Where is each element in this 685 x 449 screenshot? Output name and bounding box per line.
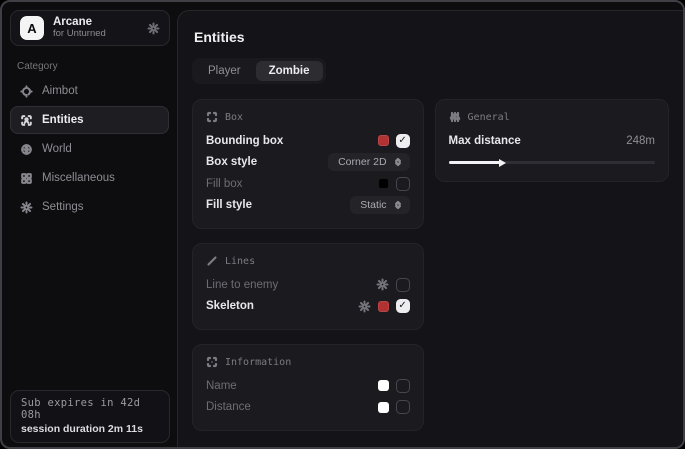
subscription-status-card: Sub expires in 42d 08h session duration … xyxy=(10,390,170,443)
sidebar-item-label: World xyxy=(42,143,72,155)
general-section-card: General Max distance 248m xyxy=(435,99,669,182)
name-row: Name xyxy=(206,375,410,397)
fill-box-color-swatch[interactable] xyxy=(378,178,389,189)
max-distance-slider[interactable] xyxy=(449,157,655,169)
session-duration-text: session duration 2m 11s xyxy=(21,423,159,435)
general-section-title: General xyxy=(468,112,510,123)
row-label: Line to enemy xyxy=(206,279,278,291)
skeleton-color-swatch[interactable] xyxy=(378,301,389,312)
bounding-box-row: Bounding box xyxy=(206,130,410,152)
chevron-up-down-icon xyxy=(393,200,403,210)
distance-row: Distance xyxy=(206,397,410,419)
skeleton-checkbox[interactable] xyxy=(396,299,410,313)
information-section-card: Information Name Distance xyxy=(192,344,424,431)
information-section-header: Information xyxy=(206,356,410,368)
row-label: Distance xyxy=(206,401,251,413)
skeleton-row: Skeleton xyxy=(206,296,410,318)
row-label: Name xyxy=(206,380,237,392)
grid-icon xyxy=(20,172,33,185)
box-section-header: Box xyxy=(206,111,410,123)
box-section-title: Box xyxy=(225,112,243,123)
tab-zombie[interactable]: Zombie xyxy=(256,61,323,81)
app-subtitle: for Unturned xyxy=(53,29,106,40)
entity-scan-icon xyxy=(20,114,33,127)
fill-box-row: Fill box xyxy=(206,173,410,195)
app-logo: A xyxy=(20,16,44,40)
tab-player[interactable]: Player xyxy=(195,61,254,81)
brand-card: A Arcane for Unturned xyxy=(10,10,170,46)
row-label: Box style xyxy=(206,156,257,168)
general-section-header: General xyxy=(449,111,655,123)
dropdown-value: Static xyxy=(360,199,386,211)
fill-style-dropdown[interactable]: Static xyxy=(350,196,409,214)
brand-text: Arcane for Unturned xyxy=(53,16,106,40)
sidebar-item-label: Aimbot xyxy=(42,85,78,97)
row-label: Max distance xyxy=(449,135,521,147)
chevron-up-down-icon xyxy=(393,157,403,167)
sidebar-item-aimbot[interactable]: Aimbot xyxy=(10,77,169,105)
box-section-card: Box Bounding box Box style Cor xyxy=(192,99,424,229)
row-label: Fill box xyxy=(206,178,242,190)
tab-group: Player Zombie xyxy=(192,58,326,84)
distance-checkbox[interactable] xyxy=(396,400,410,414)
max-distance-row: Max distance 248m xyxy=(449,130,655,152)
content-columns: Box Bounding box Box style Cor xyxy=(192,99,669,431)
line-to-enemy-settings-gear-icon[interactable] xyxy=(376,278,389,291)
row-label: Skeleton xyxy=(206,300,254,312)
dropdown-value: Corner 2D xyxy=(338,156,386,168)
brand-gear-icon[interactable] xyxy=(147,22,160,35)
name-color-swatch[interactable] xyxy=(378,380,389,391)
app-window: A Arcane for Unturned Category xyxy=(0,0,685,449)
lines-section-header: Lines xyxy=(206,255,410,267)
slider-track[interactable] xyxy=(449,161,655,164)
sidebar-item-miscellaneous[interactable]: Miscellaneous xyxy=(10,164,169,192)
max-distance-value: 248m xyxy=(626,135,655,147)
sidebar: A Arcane for Unturned Category xyxy=(2,2,177,447)
left-column: Box Bounding box Box style Cor xyxy=(192,99,424,431)
fill-style-row: Fill style Static xyxy=(206,195,410,217)
line-to-enemy-checkbox[interactable] xyxy=(396,278,410,292)
row-label: Fill style xyxy=(206,199,252,211)
slider-fill-and-thumb[interactable] xyxy=(449,161,500,164)
sidebar-item-label: Miscellaneous xyxy=(42,172,115,184)
diagonal-line-icon xyxy=(206,255,218,267)
sidebar-item-entities[interactable]: Entities xyxy=(10,106,169,134)
crosshair-icon xyxy=(20,85,33,98)
page-title: Entities xyxy=(194,29,669,45)
globe-icon xyxy=(20,143,33,156)
box-style-dropdown[interactable]: Corner 2D xyxy=(328,153,409,171)
main-panel: Entities Player Zombie Box xyxy=(177,10,683,447)
gear-icon xyxy=(20,201,33,214)
sliders-icon xyxy=(449,111,461,123)
category-label: Category xyxy=(17,61,177,72)
fill-box-checkbox[interactable] xyxy=(396,177,410,191)
sidebar-item-world[interactable]: World xyxy=(10,135,169,163)
name-checkbox[interactable] xyxy=(396,379,410,393)
skeleton-settings-gear-icon[interactable] xyxy=(358,300,371,313)
row-label: Bounding box xyxy=(206,135,283,147)
box-style-row: Box style Corner 2D xyxy=(206,152,410,174)
bounding-box-color-swatch[interactable] xyxy=(378,135,389,146)
sidebar-item-label: Settings xyxy=(42,201,84,213)
sidebar-item-label: Entities xyxy=(42,114,84,126)
box-corners-icon xyxy=(206,111,218,123)
distance-color-swatch[interactable] xyxy=(378,402,389,413)
lines-section-title: Lines xyxy=(225,256,255,267)
line-to-enemy-row: Line to enemy xyxy=(206,274,410,296)
information-section-title: Information xyxy=(225,357,291,368)
lines-section-card: Lines Line to enemy xyxy=(192,243,424,330)
sub-expires-text: Sub expires in 42d 08h xyxy=(21,397,159,421)
right-column: General Max distance 248m xyxy=(435,99,669,182)
bounding-box-checkbox[interactable] xyxy=(396,134,410,148)
scan-dot-icon xyxy=(206,356,218,368)
sidebar-nav: Aimbot Entities xyxy=(2,77,177,221)
sidebar-item-settings[interactable]: Settings xyxy=(10,193,169,221)
